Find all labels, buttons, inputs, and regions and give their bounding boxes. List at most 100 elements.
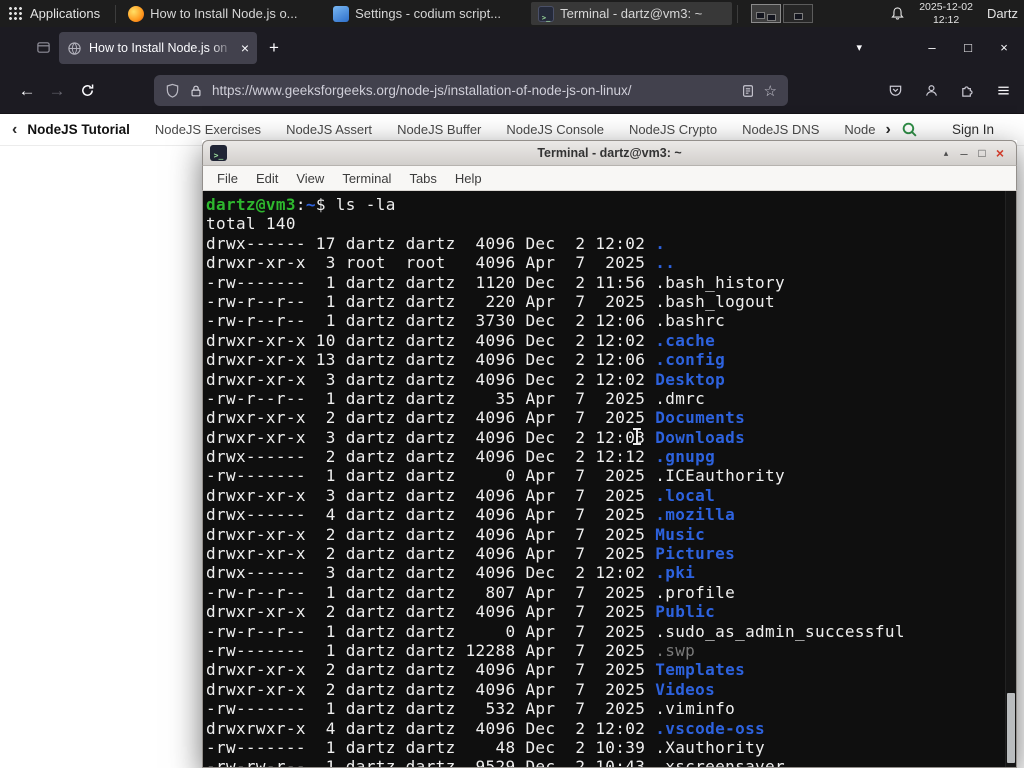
terminal-minimize-button[interactable]	[955, 146, 973, 161]
save-to-pocket-icon[interactable]	[888, 83, 903, 98]
firefox-icon	[128, 5, 145, 22]
tab-title: How to Install Node.js on	[89, 41, 234, 55]
sign-in-button[interactable]: Sign In	[952, 122, 994, 137]
terminal-maximize-button[interactable]	[973, 146, 991, 160]
terminal-prompt-line: dartz@vm3:~$ ls -la	[206, 195, 396, 214]
terminal-line: -rw-r--r-- 1 dartz dartz 220 Apr 7 2025 …	[206, 291, 776, 311]
page-nav-item-nodejs-crypto[interactable]: NodeJS Crypto	[629, 122, 717, 137]
terminal-title: Terminal - dartz@vm3: ~	[537, 146, 682, 160]
taskbar-window-settings[interactable]: Settings - codium script...	[326, 2, 527, 25]
terminal-menu-file[interactable]: File	[208, 166, 247, 191]
toolbar-right-icons	[888, 83, 1024, 98]
terminal-output: dartz@vm3:~$ ls -la total 140 drwx------ 1…	[206, 195, 1002, 767]
terminal-line: drwxr-xr-x 2 dartz dartz 4096 Apr 7 2025…	[206, 679, 716, 699]
terminal-menubar: File Edit View Terminal Tabs Help	[202, 166, 1017, 191]
reload-button[interactable]	[72, 76, 102, 106]
panel-separator	[737, 4, 739, 23]
tracking-shield-icon[interactable]	[165, 83, 180, 98]
taskbar-window-label: How to Install Node.js o...	[150, 6, 298, 21]
firefox-tab-bar: How to Install Node.js on	[0, 27, 1024, 68]
list-all-tabs-chevron-icon[interactable]	[856, 41, 862, 54]
tabbar-right-controls	[856, 40, 1016, 55]
account-icon[interactable]	[924, 83, 939, 98]
shade-window-button[interactable]	[937, 148, 955, 159]
browser-minimize-button[interactable]	[924, 40, 940, 55]
workspace-switcher[interactable]	[751, 4, 814, 23]
terminal-line: drwxrwxr-x 4 dartz dartz 4096 Dec 2 12:0…	[206, 718, 766, 738]
terminal-menu-view[interactable]: View	[287, 166, 333, 191]
browser-maximize-button[interactable]	[960, 40, 976, 55]
terminal-line: drwx------ 3 dartz dartz 4096 Dec 2 12:0…	[206, 563, 696, 583]
page-nav-item-node[interactable]: Node	[844, 122, 875, 137]
search-icon[interactable]	[901, 121, 918, 138]
terminal-menu-edit[interactable]: Edit	[247, 166, 287, 191]
terminal-line: -rw-r--r-- 1 dartz dartz 0 Apr 7 2025 .s…	[206, 621, 905, 641]
panel-clock[interactable]: 2025-12-02 12:12	[919, 1, 973, 26]
terminal-line: drwxr-xr-x 2 dartz dartz 4096 Apr 7 2025…	[206, 544, 736, 564]
tab-close-icon[interactable]	[241, 40, 249, 56]
settings-icon	[333, 5, 350, 22]
new-tab-button[interactable]	[269, 38, 279, 58]
terminal-line: -rw-r--r-- 1 dartz dartz 3730 Dec 2 12:0…	[206, 311, 726, 331]
terminal-line: drwx------ 2 dartz dartz 4096 Dec 2 12:1…	[206, 447, 716, 467]
terminal-titlebar[interactable]: Terminal - dartz@vm3: ~	[202, 140, 1017, 166]
terminal-menu-terminal[interactable]: Terminal	[333, 166, 400, 191]
nav-scroll-left-icon[interactable]	[12, 122, 17, 138]
workspace-2[interactable]	[783, 4, 814, 23]
page-nav-item-nodejs-dns[interactable]: NodeJS DNS	[742, 122, 819, 137]
firefox-view-icon[interactable]	[36, 40, 51, 55]
reader-mode-icon[interactable]	[741, 84, 755, 98]
terminal-line: drwxr-xr-x 3 dartz dartz 4096 Dec 2 12:0…	[206, 427, 746, 447]
panel-user[interactable]: Dartz	[987, 6, 1018, 21]
page-nav-item-nodejs-tutorial[interactable]: NodeJS Tutorial	[27, 122, 130, 137]
terminal-line: drwxr-xr-x 2 dartz dartz 4096 Apr 7 2025…	[206, 602, 716, 622]
terminal-line: drwxr-xr-x 2 dartz dartz 4096 Apr 7 2025…	[206, 524, 706, 544]
applications-menu-button[interactable]: Applications	[0, 0, 110, 27]
lock-icon[interactable]	[189, 84, 203, 98]
taskbar-window-label: Terminal - dartz@vm3: ~	[560, 6, 703, 21]
clock-time: 12:12	[932, 13, 960, 26]
top-panel: Applications How to Install Node.js o...…	[0, 0, 1024, 27]
taskbar-window-terminal[interactable]: Terminal - dartz@vm3: ~	[531, 2, 733, 25]
page-nav-item-nodejs-console[interactable]: NodeJS Console	[506, 122, 604, 137]
terminal-menu-help[interactable]: Help	[446, 166, 491, 191]
mouse-cursor-ibeam	[633, 428, 641, 445]
applications-label: Applications	[30, 6, 101, 21]
terminal-close-button[interactable]	[991, 145, 1009, 161]
terminal-line: -rw-r--r-- 1 dartz dartz 807 Apr 7 2025 …	[206, 582, 736, 602]
terminal-menu-tabs[interactable]: Tabs	[400, 166, 445, 191]
browser-close-button[interactable]	[996, 40, 1012, 55]
terminal-line: drwxr-xr-x 2 dartz dartz 4096 Apr 7 2025…	[206, 660, 746, 680]
extensions-icon[interactable]	[960, 83, 975, 98]
terminal-line: drwxr-xr-x 10 dartz dartz 4096 Dec 2 12:…	[206, 330, 716, 350]
back-button[interactable]	[12, 76, 42, 106]
bookmark-star-icon[interactable]	[764, 82, 777, 100]
page-nav-item-nodejs-exercises[interactable]: NodeJS Exercises	[155, 122, 261, 137]
terminal-line: -rw------- 1 dartz dartz 1120 Dec 2 11:5…	[206, 272, 786, 292]
terminal-line: drwxr-xr-x 3 dartz dartz 4096 Apr 7 2025…	[206, 485, 716, 505]
forward-button[interactable]	[42, 76, 72, 106]
url-bar[interactable]: https://www.geeksforgeeks.org/node-js/in…	[154, 75, 788, 106]
page-nav-item-nodejs-buffer[interactable]: NodeJS Buffer	[397, 122, 481, 137]
panel-status-area: 2025-12-02 12:12 Dartz	[890, 1, 1024, 26]
terminal-line: drwx------ 4 dartz dartz 4096 Apr 7 2025…	[206, 505, 736, 525]
terminal-line: -rw------- 1 dartz dartz 0 Apr 7 2025 .I…	[206, 466, 786, 486]
nav-scroll-right-icon[interactable]	[885, 122, 890, 138]
page-nav-items: NodeJS Tutorial NodeJS Exercises NodeJS As…	[27, 122, 875, 137]
scrollbar-thumb[interactable]	[1007, 693, 1015, 763]
terminal-line: -rw------- 1 dartz dartz 532 Apr 7 2025 …	[206, 699, 736, 719]
terminal-screen[interactable]: dartz@vm3:~$ ls -la total 140 drwx------ 1…	[202, 191, 1017, 768]
clock-date: 2025-12-02	[919, 1, 973, 14]
workspace-1[interactable]	[751, 4, 782, 23]
taskbar-window-firefox[interactable]: How to Install Node.js o...	[121, 2, 322, 25]
terminal-line: -rw------- 1 dartz dartz 12288 Apr 7 202…	[206, 640, 696, 660]
terminal-scrollbar[interactable]	[1005, 191, 1016, 767]
notification-bell-icon[interactable]	[890, 6, 905, 21]
browser-tab[interactable]: How to Install Node.js on	[59, 32, 257, 64]
terminal-icon	[538, 5, 555, 22]
terminal-line: drwx------ 17 dartz dartz 4096 Dec 2 12:…	[206, 233, 666, 253]
taskbar-window-label: Settings - codium script...	[355, 6, 502, 21]
page-nav-item-nodejs-assert[interactable]: NodeJS Assert	[286, 122, 372, 137]
menu-hamburger-icon[interactable]	[996, 83, 1011, 98]
url-text: https://www.geeksforgeeks.org/node-js/in…	[212, 83, 632, 98]
